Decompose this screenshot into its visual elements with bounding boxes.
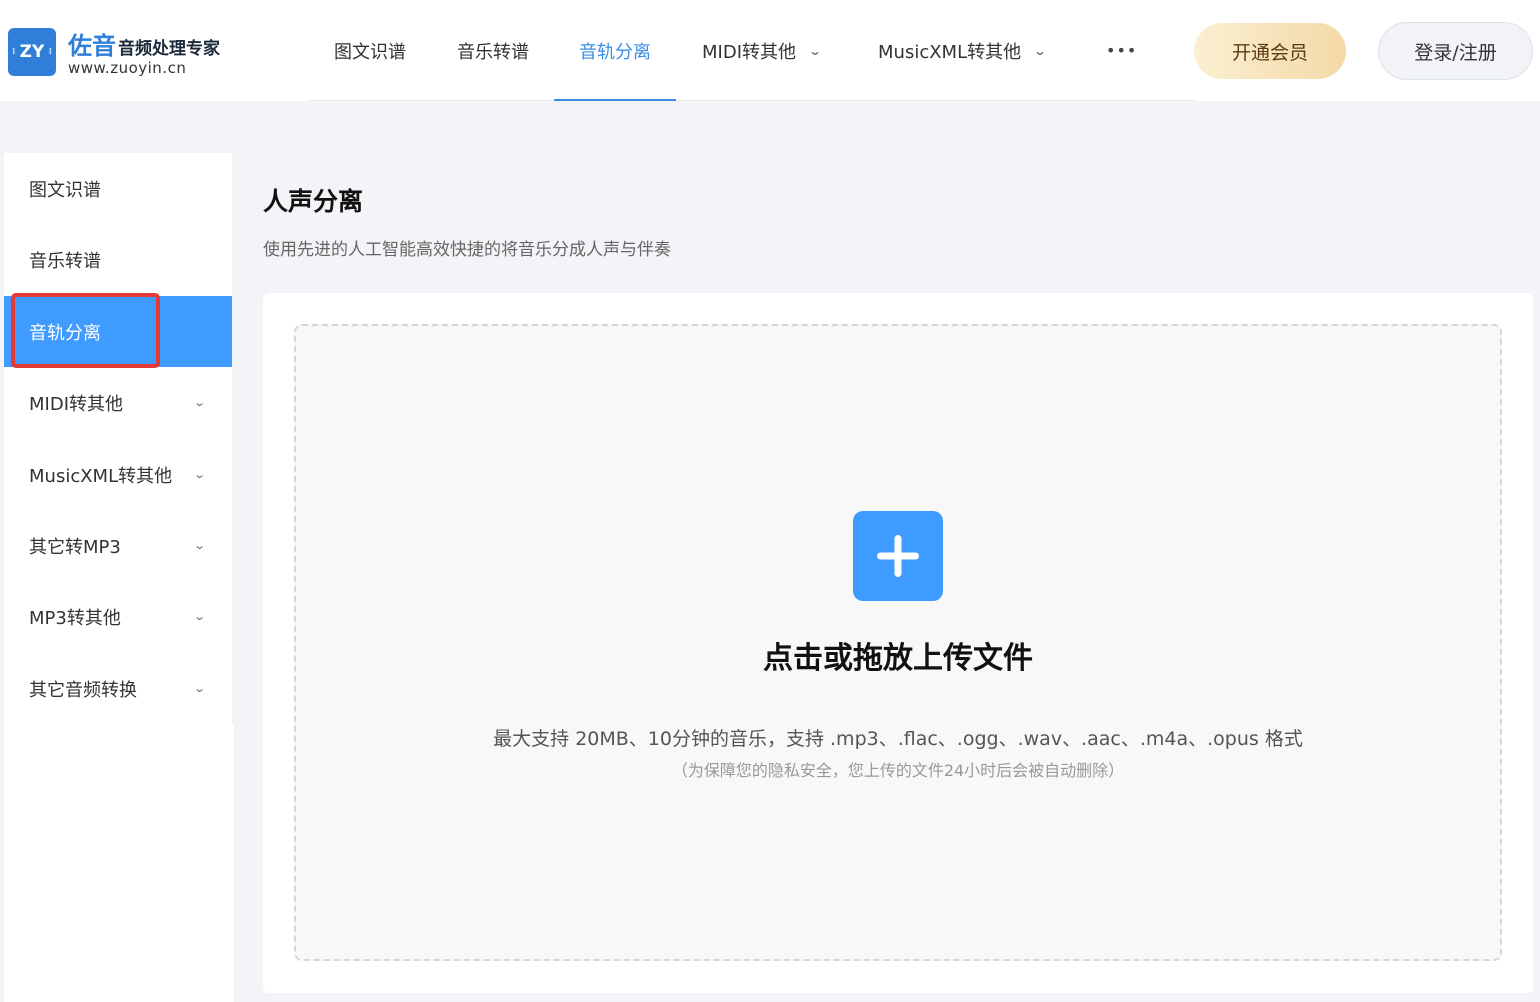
sidebar-item-other-audio-convert[interactable]: 其它音频转换 ⌄ (4, 653, 232, 724)
logo-brand: 佐音 (68, 32, 116, 60)
chevron-down-icon: ⌄ (192, 539, 206, 552)
logo-badge: ⁞ ZY ⁞ (8, 27, 56, 76)
sidebar-item-mp3-to-other[interactable]: MP3转其他 ⌄ (4, 581, 232, 652)
logo-url: www.zuoyin.cn (68, 59, 187, 77)
upload-dropzone[interactable] (294, 324, 1502, 961)
nav-item-label: MIDI转其他 (702, 41, 797, 63)
sidebar-item-track-separation[interactable]: 音轨分离 (4, 296, 232, 367)
sidebar-item-label: MP3转其他 (29, 607, 121, 629)
sidebar-item-label: 音轨分离 (29, 322, 101, 344)
nav-item-label: 音乐转谱 (457, 41, 529, 63)
sidebar-item-music-transcription[interactable]: 音乐转谱 (4, 224, 232, 295)
sidebar-item-image-recognition[interactable]: 图文识谱 (4, 153, 232, 224)
nav-item-image-recognition[interactable]: 图文识谱 (334, 0, 406, 101)
sidebar-item-other-to-mp3[interactable]: 其它转MP3 ⌄ (4, 510, 232, 581)
login-register-button[interactable]: 登录/注册 (1378, 22, 1533, 80)
chevron-down-icon: ⌄ (1033, 43, 1048, 58)
logo-badge-text: ZY (19, 41, 45, 62)
plus-icon[interactable] (853, 511, 943, 601)
chevron-down-icon: ⌄ (192, 468, 206, 481)
nav-item-label: 音轨分离 (579, 41, 651, 63)
nav-item-label: MusicXML转其他 (878, 41, 1022, 63)
page-subtitle: 使用先进的人工智能高效快捷的将音乐分成人声与伴奏 (263, 240, 671, 260)
logo-tagline: 音频处理专家 (118, 39, 220, 59)
sidebar-item-label: 音乐转谱 (29, 250, 101, 272)
nav-item-label: 图文识谱 (334, 41, 406, 63)
chevron-down-icon: ⌄ (192, 396, 206, 409)
sidebar-item-midi-convert[interactable]: MIDI转其他 ⌄ (4, 367, 232, 438)
nav-item-track-separation[interactable]: 音轨分离 (554, 0, 676, 101)
more-dots-icon: ••• (1106, 41, 1138, 60)
logo-text: 佐音 音频处理专家 www.zuoyin.cn (68, 26, 220, 77)
vip-button[interactable]: 开通会员 (1194, 23, 1346, 79)
top-nav: 图文识谱 音乐转谱 音轨分离 MIDI转其他 ⌄ MusicXML转其他 ⌄ •… (310, 0, 1194, 101)
sidebar-item-label: 其它转MP3 (29, 536, 121, 558)
chevron-down-icon: ⌄ (192, 610, 206, 623)
sidebar-item-label: 图文识谱 (29, 179, 101, 201)
nav-item-musicxml-convert[interactable]: MusicXML转其他 ⌄ (878, 0, 1048, 101)
nav-item-midi-convert[interactable]: MIDI转其他 ⌄ (702, 0, 823, 101)
sound-wave-icon: ⁞ (12, 46, 16, 57)
chevron-down-icon: ⌄ (192, 682, 206, 695)
sidebar-item-label: MusicXML转其他 (29, 465, 173, 487)
sidebar-item-label: 其它音频转换 (29, 679, 137, 701)
sidebar: 图文识谱 音乐转谱 音轨分离 MIDI转其他 ⌄ MusicXML转其他 ⌄ 其… (4, 153, 232, 725)
nav-more-menu[interactable]: ••• (1106, 0, 1137, 101)
sidebar-background (4, 725, 234, 1002)
sound-wave-icon: ⁞ (48, 46, 52, 57)
sidebar-item-musicxml-convert[interactable]: MusicXML转其他 ⌄ (4, 439, 232, 510)
sidebar-item-label: MIDI转其他 (29, 393, 124, 415)
site-logo[interactable]: ⁞ ZY ⁞ 佐音 音频处理专家 www.zuoyin.cn (8, 26, 220, 77)
chevron-down-icon: ⌄ (808, 43, 823, 58)
top-header: ⁞ ZY ⁞ 佐音 音频处理专家 www.zuoyin.cn 图文识谱 音乐转谱… (0, 0, 1540, 101)
nav-item-music-transcription[interactable]: 音乐转谱 (457, 0, 529, 101)
page-title: 人声分离 (263, 187, 364, 216)
